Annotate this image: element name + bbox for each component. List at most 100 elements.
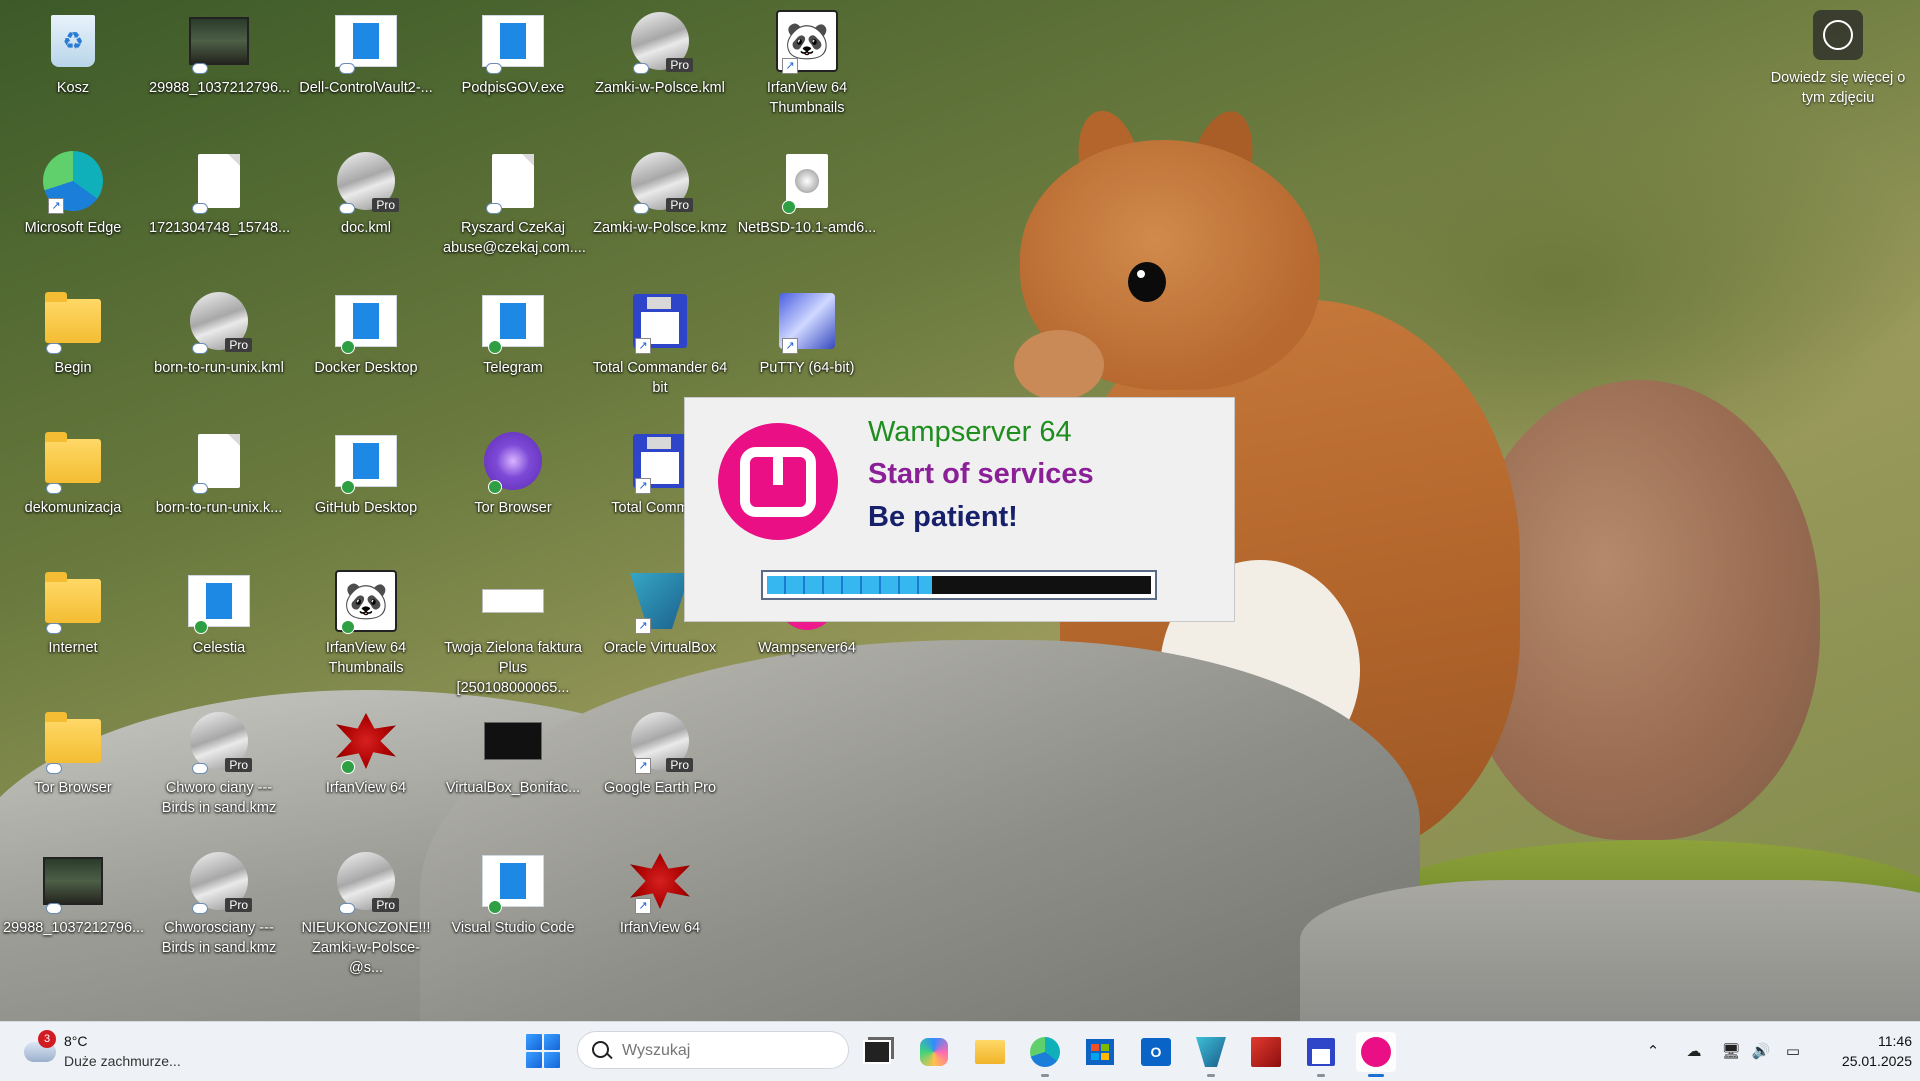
taskbar-virtualbox[interactable]	[1191, 1032, 1231, 1077]
learn-about-picture[interactable]: Dowiedz się więcej o tym zdjęciu	[1758, 10, 1918, 108]
document-icon	[492, 154, 534, 208]
show-hidden-icons-chevron-icon[interactable]: ⌃	[1642, 1040, 1664, 1062]
desktop-icon-label: Wampserver64	[758, 640, 856, 656]
desktop-icon-label: Tor Browser	[474, 500, 552, 516]
desktop-icon-internet[interactable]: Internet	[3, 566, 143, 658]
volume-icon[interactable]: 🔊	[1750, 1040, 1772, 1062]
start-button[interactable]	[526, 1034, 560, 1068]
search-input[interactable]	[620, 1038, 834, 1064]
taskbar-copilot[interactable]	[914, 1032, 954, 1072]
desktop-icon-chworosciany[interactable]: Pro Chworosciany --- Birds in sand.kmz	[149, 846, 289, 958]
taskbar-total-commander[interactable]	[1301, 1032, 1341, 1077]
taskbar-microsoft-store[interactable]	[1080, 1032, 1120, 1072]
exe-icon	[482, 15, 544, 67]
battery-icon[interactable]: ▭	[1782, 1040, 1804, 1062]
desktop-icon-zamki-kmz[interactable]: Pro Zamki-w-Polsce.kmz	[590, 146, 730, 238]
taskbar-file-explorer[interactable]	[970, 1032, 1010, 1072]
desktop-icon-virtualbox-screenshot[interactable]: VirtualBox_Bonifac...	[443, 706, 583, 798]
desktop-icon-doc-kml[interactable]: Pro doc.kml	[296, 146, 436, 238]
desktop-icon-label: Chworo ciany --- Birds in sand.kmz	[161, 780, 277, 816]
desktop-icon-putty[interactable]: ↗ PuTTY (64-bit)	[737, 286, 877, 378]
desktop-icon-tor-browser[interactable]: Tor Browser	[443, 426, 583, 518]
desktop-icon-podpisgov[interactable]: PodpisGOV.exe	[443, 6, 583, 98]
desktop-icon-docker-desktop[interactable]: Docker Desktop	[296, 286, 436, 378]
taskbar-wampserver[interactable]	[1356, 1032, 1396, 1077]
desktop-icon-nieukonczone[interactable]: Pro NIEUKONCZONE!!! Zamki-w-Polsce-@s...	[296, 846, 436, 978]
desktop-icon-label: doc.kml	[341, 220, 391, 236]
desktop-icon-github-desktop[interactable]: GitHub Desktop	[296, 426, 436, 518]
weather-widget[interactable]: 3 8°C Duże zachmurze...	[22, 1030, 202, 1074]
desktop-icon-label: Microsoft Edge	[24, 220, 122, 236]
cloud-sync-icon	[46, 623, 62, 634]
desktop-icon-label: 1721304748_15748...	[149, 220, 291, 236]
shortcut-arrow-icon: ↗	[782, 58, 798, 74]
network-icon[interactable]: 🖥	[1720, 1040, 1742, 1062]
desktop-icon-zamki-kml[interactable]: Pro Zamki-w-Polsce.kml	[590, 6, 730, 98]
squirrel-snout	[1014, 330, 1104, 400]
desktop-icon-photo-2[interactable]: 29988_1037212796...	[3, 846, 145, 938]
search-icon	[592, 1041, 609, 1058]
squirrel-eye	[1128, 262, 1166, 302]
onedrive-icon[interactable]: ☁	[1683, 1040, 1705, 1062]
desktop-icon-label: VirtualBox_Bonifac...	[445, 780, 581, 796]
splash-message: Be patient!	[868, 501, 1018, 533]
desktop-icon-total-commander-64[interactable]: ↗ Total Commander 64 bit	[590, 286, 730, 398]
clock-time: 11:46	[1878, 1033, 1912, 1049]
cloud-sync-icon	[339, 903, 355, 914]
document-icon	[198, 434, 240, 488]
desktop-icon-dell-controlvault[interactable]: Dell-ControlVault2-...	[296, 6, 436, 98]
desktop-icon-label: 29988_1037212796...	[149, 80, 291, 96]
edge-icon	[1030, 1037, 1060, 1067]
folder-icon	[45, 292, 101, 343]
camera-icon	[1813, 10, 1863, 60]
cloud-sync-icon	[46, 903, 62, 914]
clock-date: 25.01.2025	[1841, 1053, 1912, 1069]
desktop-icon-microsoft-edge[interactable]: ↗ Microsoft Edge	[3, 146, 143, 238]
desktop-icon-kosz[interactable]: ♻ Kosz	[3, 6, 143, 98]
receipt-icon	[482, 589, 544, 613]
notification-badge: 3	[38, 1030, 56, 1048]
exe-icon	[482, 295, 544, 347]
desktop-icon-irfanview-64-shortcut[interactable]: ↗ IrfanView 64	[590, 846, 730, 938]
desktop-icon-label: GitHub Desktop	[314, 500, 418, 516]
desktop-icon-label: 29988_1037212796...	[3, 920, 145, 936]
cloud-sync-icon	[192, 343, 208, 354]
desktop-icon-begin[interactable]: Begin	[3, 286, 143, 378]
desktop-icon-file[interactable]: 1721304748_15748...	[149, 146, 291, 238]
desktop-icon-chworo-ciany[interactable]: Pro Chworo ciany --- Birds in sand.kmz	[149, 706, 289, 818]
desktop-icon-dekomunizacja[interactable]: dekomunizacja	[3, 426, 143, 518]
desktop-icon-born-to-run-file[interactable]: born-to-run-unix.k...	[149, 426, 289, 518]
cloud-sync-icon	[192, 203, 208, 214]
taskbar-edge[interactable]	[1025, 1032, 1065, 1077]
desktop-icon-irfanview-64[interactable]: IrfanView 64	[296, 706, 436, 798]
desktop-icon-irfanview-thumbnails-2[interactable]: 🐼 IrfanView 64 Thumbnails	[296, 566, 436, 678]
desktop-icon-born-to-run-kml[interactable]: Pro born-to-run-unix.kml	[149, 286, 289, 378]
desktop-icon-google-earth-pro[interactable]: Pro ↗ Google Earth Pro	[590, 706, 730, 798]
cloud-sync-icon	[192, 483, 208, 494]
shortcut-arrow-icon: ↗	[782, 338, 798, 354]
taskbar-outlook[interactable]: O	[1136, 1032, 1176, 1072]
taskbar-task-view[interactable]	[857, 1032, 897, 1072]
desktop-icon-telegram[interactable]: Telegram	[443, 286, 583, 378]
desktop-icon-netbsd[interactable]: NetBSD-10.1-amd6...	[737, 146, 877, 238]
copilot-icon	[920, 1038, 948, 1066]
taskbar-search[interactable]	[577, 1031, 849, 1069]
cloud-sync-icon	[192, 763, 208, 774]
desktop-icon-photo[interactable]: 29988_1037212796...	[149, 6, 291, 98]
desktop-icon-ryszard-czekaj[interactable]: Ryszard CzeKaj abuse@czekaj.com....	[443, 146, 586, 258]
desktop-icon-visual-studio-code[interactable]: Visual Studio Code	[443, 846, 583, 938]
taskbar-clock[interactable]: 11:46 25.01.2025	[1812, 1031, 1912, 1071]
google-earth-icon: Pro	[337, 852, 399, 912]
desktop-icon-zielona-faktura[interactable]: Twoja Zielona faktura Plus [250108000065…	[443, 566, 583, 698]
desktop-icon-irfanview-thumbnails[interactable]: 🐼 ↗ IrfanView 64 Thumbnails	[737, 6, 877, 118]
cloud-sync-icon	[486, 203, 502, 214]
desktop-icon-celestia[interactable]: Celestia	[149, 566, 289, 658]
desktop-icon-tor-browser-folder[interactable]: Tor Browser	[3, 706, 143, 798]
cloud-sync-icon	[46, 763, 62, 774]
taskbar-total-commander-x64[interactable]	[1246, 1032, 1286, 1072]
photo-icon	[43, 857, 103, 905]
folder-icon	[45, 432, 101, 483]
rock	[1300, 880, 1920, 1021]
weather-condition: Duże zachmurze...	[64, 1053, 181, 1069]
synced-check-icon	[341, 760, 355, 774]
